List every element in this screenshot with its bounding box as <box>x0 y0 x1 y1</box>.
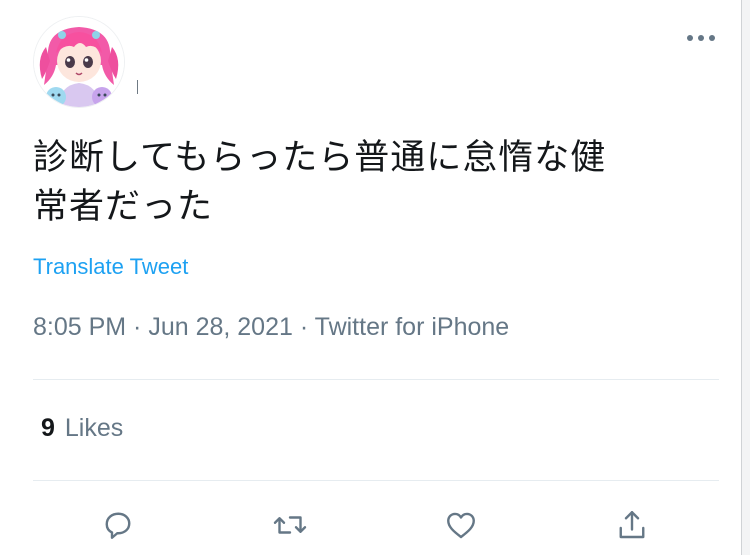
tweet-text-line-1: 診断してもらったら普通に怠惰な健 <box>33 138 607 178</box>
retweet-icon <box>273 516 307 534</box>
display-name-placeholder <box>137 80 138 94</box>
likes-count: 9 <box>41 414 55 442</box>
avatar[interactable] <box>33 16 125 108</box>
translate-tweet-link[interactable]: Translate Tweet <box>33 254 188 280</box>
tweet-text: 診断してもらったら普通に怠惰な健 常者だった <box>33 134 713 232</box>
tweet-text-line-2: 常者だった <box>33 187 214 227</box>
avatar-illustration <box>34 17 124 107</box>
reply-button[interactable] <box>98 505 138 545</box>
likes-stat[interactable]: 9 Likes <box>41 414 123 443</box>
share-button[interactable] <box>612 505 652 545</box>
reply-icon <box>105 512 131 539</box>
tweet-metadata: 8:05 PM · Jun 28, 2021 · Twitter for iPh… <box>33 313 509 342</box>
divider <box>33 480 719 481</box>
like-button[interactable] <box>441 505 481 545</box>
retweet-button[interactable] <box>270 505 310 545</box>
meta-separator: · <box>126 313 149 341</box>
more-options-icon[interactable] <box>684 31 718 45</box>
window-gutter <box>742 0 750 555</box>
heart-icon <box>447 512 475 539</box>
tweet-time: 8:05 PM <box>33 313 127 341</box>
tweet-source[interactable]: Twitter for iPhone <box>315 313 510 341</box>
share-icon <box>619 511 645 539</box>
likes-label: Likes <box>64 414 124 442</box>
divider <box>33 379 719 380</box>
meta-separator: · <box>292 313 315 341</box>
tweet-date[interactable]: Jun 28, 2021 <box>148 313 293 341</box>
